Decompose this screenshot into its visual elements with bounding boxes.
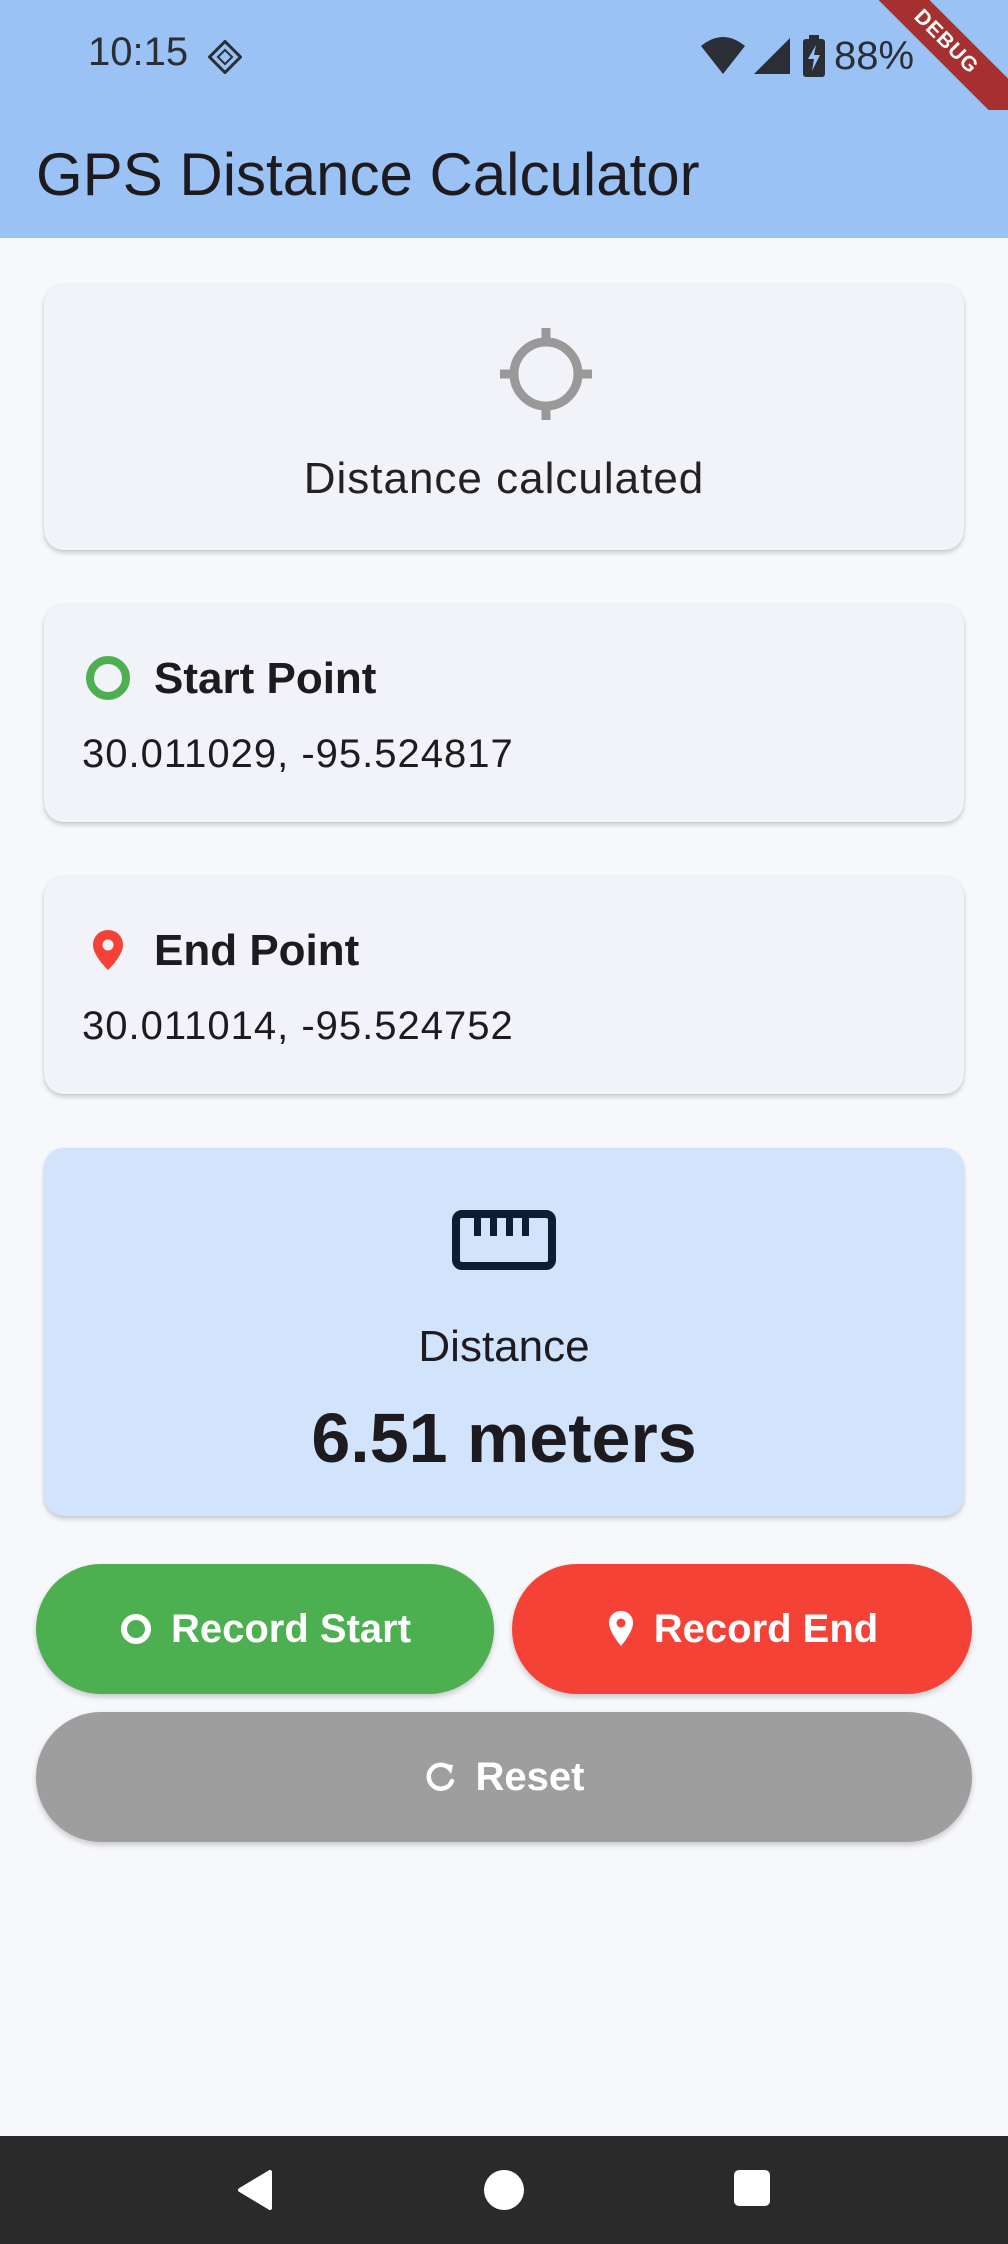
end-point-coordinates: 30.011014, -95.524752 xyxy=(82,1004,514,1048)
recent-apps-icon[interactable] xyxy=(734,2170,770,2206)
record-end-button[interactable]: Record End xyxy=(512,1564,972,1694)
home-icon[interactable] xyxy=(484,2170,524,2210)
radio-button-circle-icon xyxy=(120,1614,151,1644)
reset-label: Reset xyxy=(475,1754,585,1799)
page-title: GPS Distance Calculator xyxy=(36,141,700,208)
refresh-icon xyxy=(426,1762,454,1791)
end-point-label: End Point xyxy=(154,926,360,975)
radio-button-circle-icon xyxy=(86,656,130,700)
distance-label: Distance xyxy=(418,1322,590,1371)
start-point-coordinates: 30.011029, -95.524817 xyxy=(82,732,514,776)
status-card: Distance calculated xyxy=(44,284,964,550)
back-icon[interactable] xyxy=(236,2168,274,2212)
battery-charging-icon xyxy=(803,35,825,77)
record-start-button[interactable]: Record Start xyxy=(36,1564,494,1694)
start-point-card: Start Point 30.011029, -95.524817 xyxy=(44,604,964,822)
status-message: Distance calculated xyxy=(303,454,705,503)
status-time: 10:15 xyxy=(88,30,189,74)
battery-percentage: 88% xyxy=(834,33,915,78)
system-navigation-bar xyxy=(0,2136,1008,2244)
wifi-icon xyxy=(701,37,745,74)
status-bar: 10:15 88% DEBUG xyxy=(0,0,1008,140)
location-pin-icon xyxy=(608,1611,633,1646)
end-point-card: End Point 30.011014, -95.524752 xyxy=(44,876,964,1094)
ruler-icon xyxy=(452,1210,556,1270)
reset-button[interactable]: Reset xyxy=(36,1712,972,1842)
distance-card: Distance 6.51 meters xyxy=(44,1148,964,1516)
distance-value: 6.51 meters xyxy=(311,1399,697,1477)
cell-signal-icon xyxy=(754,38,790,74)
app-bar: GPS Distance Calculator xyxy=(0,110,1008,238)
record-end-label: Record End xyxy=(653,1606,879,1651)
system-icons: 88% xyxy=(700,34,914,78)
record-start-label: Record Start xyxy=(170,1606,412,1651)
debug-diamond-icon xyxy=(208,40,242,74)
gps-crosshair-icon xyxy=(500,328,592,420)
start-point-label: Start Point xyxy=(154,654,377,703)
location-pin-icon xyxy=(93,930,123,970)
